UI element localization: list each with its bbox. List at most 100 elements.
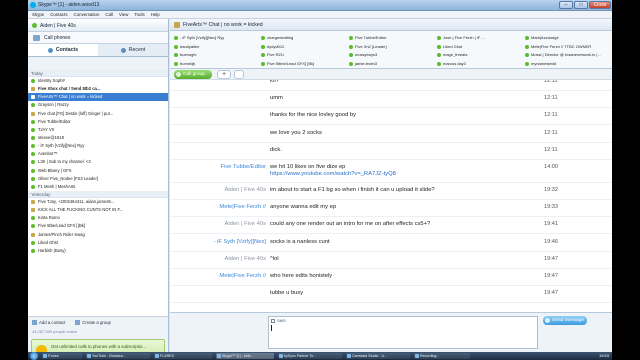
recent-conversation-item[interactable]: James/Pinch Rider Swag	[28, 231, 168, 239]
participant-item[interactable]: chargedediting	[260, 34, 346, 42]
send-message-button[interactable]: Send message	[543, 316, 587, 325]
recent-conversation-item[interactable]: Identity Soph#	[28, 77, 168, 85]
menu-conversation[interactable]: Conversation	[74, 12, 100, 17]
recent-conversation-item[interactable]: Five Xbox chat / Send 5tb2 ca...	[28, 85, 168, 93]
menu-help[interactable]: Help	[151, 12, 160, 17]
taskbar-item[interactable]: Skype™ [1] - aide...	[216, 353, 274, 359]
recent-conversation-item[interactable]: Oliver Five_Nodee [FS3 Leader]	[28, 175, 168, 183]
message-sender[interactable]: Aiden | Five 40s	[225, 187, 266, 193]
participant-item[interactable]: Mossi | Director @ Insanenetwork.tv |...	[524, 51, 610, 59]
menu-view[interactable]: View	[119, 12, 128, 17]
participant-item[interactable]: jamie.lewin3	[348, 60, 434, 68]
recent-conversation-item[interactable]: Kinta Rumo	[28, 214, 168, 222]
message-timestamp: 19:47	[544, 273, 558, 279]
participant-item[interactable]: marcus.day3	[436, 60, 522, 68]
recent-conversation-item[interactable]: TJAY VII	[28, 126, 168, 134]
participant-item[interactable]: mynamestedd	[524, 60, 610, 68]
title-bar[interactable]: Skype™ [1] - aiden.wood13 – □ Close	[28, 0, 612, 11]
group-chat-icon	[31, 208, 35, 213]
participant-item[interactable]: Five Tubbe/Editor	[348, 34, 434, 42]
participant-item[interactable]: Mark|Azzdodge	[524, 34, 610, 42]
recent-conversation-item[interactable]: L3K | Sub to my channel. <3	[28, 158, 168, 166]
participant-item[interactable]: - iF Syth [Vzify][Nex] Ryy	[173, 34, 259, 42]
call-group-button[interactable]: Call group	[174, 70, 212, 79]
taskbar-item[interactable]: Camtasia Studio - U...	[346, 353, 410, 359]
menu-tools[interactable]: Tools	[134, 12, 144, 17]
participant-item[interactable]: Liked Ghst	[436, 43, 522, 51]
participant-item[interactable]: burnnbjk	[173, 60, 259, 68]
message-timestamp: 12:11	[544, 95, 558, 102]
participant-item[interactable]: Mete|Five Ferzh // TTBC OWNER	[524, 43, 610, 51]
more-options-button[interactable]	[234, 70, 244, 79]
create-group-button[interactable]: Create a group	[75, 320, 111, 326]
message-sender[interactable]: Five Tubbe/Editor	[221, 164, 266, 170]
menu-call[interactable]: Call	[105, 12, 113, 17]
message-sender[interactable]: Mete|Five Ferzh //	[219, 204, 266, 210]
taskbar-item[interactable]: FLARES	[154, 353, 212, 359]
participant-item[interactable]: dydyd012	[260, 43, 346, 51]
minimize-button[interactable]: –	[559, 1, 573, 9]
recent-conversation-item[interactable]: Grayson | Razzy	[28, 101, 168, 109]
message-sender[interactable]: - iF Syth [Vzify][Nex]	[213, 239, 266, 245]
taskbar-item[interactable]: bySync Partner To...	[278, 353, 342, 359]
taskbar-item[interactable]: Recording...	[414, 353, 470, 359]
taskbar-item[interactable]: YouTube - Broadca...	[86, 353, 150, 359]
recent-conversation-item[interactable]: Five 5tbe/Lead GFX] [Bk]	[28, 222, 168, 230]
participant-item[interactable]: mossyboys3	[348, 51, 434, 59]
chat-message: umm 12:11	[170, 91, 612, 109]
participant-item[interactable]: Josh | Five Ferzh | iF ...	[436, 34, 522, 42]
menu-skype[interactable]: Skype	[32, 12, 44, 17]
chat-message: Five Tubbe/Editor we hit 10 likes on five…	[170, 160, 612, 183]
message-input[interactable]: SMS	[268, 316, 538, 349]
recent-conversation-item[interactable]: Harbish (Busy)	[28, 247, 168, 255]
recent-conversation-item[interactable]: Liked Ghst	[28, 239, 168, 247]
message-link[interactable]: https://www.youtube.com/watch?v=_RA7JZ-t…	[270, 171, 396, 177]
sms-toggle[interactable]: SMS	[271, 318, 286, 323]
call-icon	[176, 72, 181, 77]
message-history[interactable]: lol? 12:11 umm 12:11 thanks for the nice lov…	[170, 80, 612, 312]
participant-item[interactable]: bandyallen	[173, 43, 259, 51]
message-text: could any one render out an intro for me…	[270, 221, 431, 228]
contact-status-icon	[31, 168, 35, 173]
recent-conversation-item[interactable]: Five chat [FG] Destin (loff) Ginger | pu…	[28, 110, 168, 118]
message-text: we hit 10 likes on five dize ep	[270, 164, 346, 170]
recent-conversation-item[interactable]: KICK ALL THE FUCKING CUNTS NOT IN F...	[28, 206, 168, 214]
recent-conversation-item[interactable]: steeve@1918	[28, 134, 168, 142]
maximize-button[interactable]: □	[574, 1, 588, 9]
recent-conversation-item[interactable]: Avenbot™	[28, 150, 168, 158]
start-button[interactable]	[30, 352, 38, 360]
message-sender[interactable]: Mete|Five Ferzh //	[219, 273, 266, 279]
contact-status-icon	[31, 224, 35, 229]
tab-recent[interactable]: Recent	[98, 44, 168, 56]
contact-status-icon	[349, 36, 353, 40]
participant-item[interactable]: mage_threats	[436, 51, 522, 59]
recent-conversation-name: KICK ALL THE FUCKING CUNTS NOT IN F...	[38, 207, 124, 213]
menu-contacts[interactable]: Contacts	[50, 12, 67, 17]
tab-contacts[interactable]: Contacts	[28, 44, 98, 56]
message-text: socks is a nanless cunt	[270, 238, 330, 245]
sms-checkbox[interactable]	[271, 318, 275, 323]
participant-item[interactable]: Five 5tbbe/Lead GFX] [Bk]	[260, 60, 346, 68]
contact-status-icon	[437, 61, 441, 66]
participant-item[interactable]: buenogfx	[173, 51, 259, 59]
taskbar-item[interactable]: iTunes	[42, 353, 82, 359]
add-people-button[interactable]: +	[217, 70, 231, 79]
participant-item[interactable]: Five Xh2 [Leader]	[348, 43, 434, 51]
recent-conversation-item[interactable]: - iF Syth [Vzify][Nex] Ryy	[28, 142, 168, 150]
profile-bar[interactable]: Aiden | Five 40s	[28, 19, 168, 32]
recent-conversation-item[interactable]: Five Tubbe/Editor	[28, 118, 168, 126]
close-button[interactable]: Close	[589, 1, 611, 9]
recent-conversation-item[interactable]: F1 Mesh | MeshArts	[28, 183, 168, 191]
add-contact-button[interactable]: Add a contact	[32, 320, 65, 326]
recent-conversation-name: Five TJay, +2002464411, aidan.james9...	[38, 198, 115, 204]
recent-conversation-item[interactable]: Five TJay, +2002464411, aidan.james9...	[28, 198, 168, 206]
conversation-title[interactable]: FiveArts™ Chat | no work = kicked	[183, 22, 263, 28]
message-sender[interactable]: Aiden | Five 40s	[225, 256, 266, 262]
recent-conversation-item[interactable]: Web Blarey | GFX	[28, 167, 168, 175]
skype-window: Skype™ [1] - aiden.wood13 – □ Close Skyp…	[28, 0, 612, 360]
message-sender[interactable]: Aiden | Five 40s	[225, 221, 266, 227]
recent-conversation-item[interactable]: FiveArts™ Chat | no work = kicked	[28, 93, 168, 102]
participant-item[interactable]: Five RZU	[260, 51, 346, 59]
text-caret	[271, 325, 272, 331]
call-phones-button[interactable]: Call phones	[28, 32, 168, 44]
